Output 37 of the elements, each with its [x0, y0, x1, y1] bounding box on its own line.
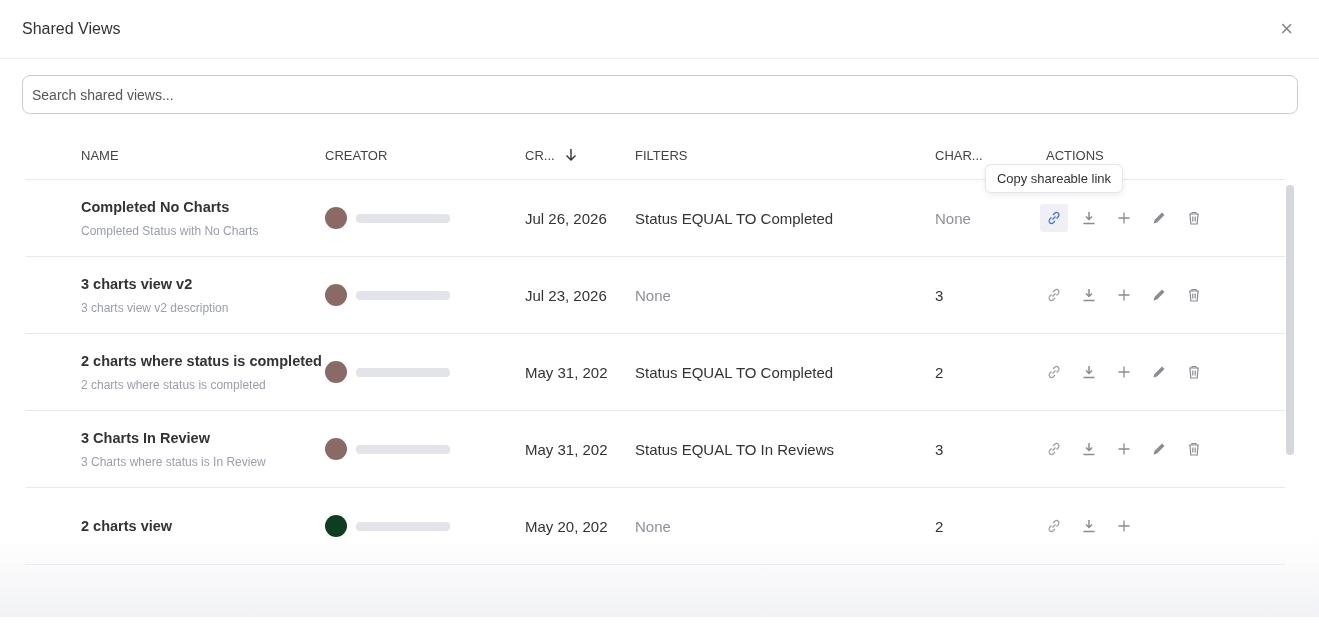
filters-cell: Status EQUAL TO Completed [635, 363, 834, 381]
view-description: 2 charts where status is completed [81, 377, 267, 392]
filters-cell: None [635, 286, 671, 304]
search-field[interactable]: Search shared views... [22, 75, 1298, 114]
tooltip: Copy shareable link [984, 164, 1124, 193]
date-cell: Jul 26, 2026 [525, 209, 607, 227]
sort-down-icon[interactable] [564, 148, 577, 162]
filters-cell: Status EQUAL TO In Reviews [635, 440, 834, 458]
view-description: Completed Status with No Charts [81, 223, 260, 238]
date-cell: Jul 23, 2026 [525, 286, 607, 304]
column-header[interactable]: CR... [525, 147, 577, 163]
view-name: 2 charts view [81, 518, 174, 534]
dialog-title: Shared Views [22, 20, 121, 38]
column-header[interactable]: NAME [81, 147, 119, 163]
view-name: 3 Charts In Review [81, 429, 211, 446]
column-header[interactable]: ACTIONS [1046, 147, 1104, 163]
column-header[interactable]: FILTERS [635, 147, 688, 163]
view-description: 3 charts view v2 description [81, 300, 230, 315]
charts-cell: 2 [935, 363, 944, 381]
charts-cell: 2 [935, 517, 944, 535]
filters-cell: Status EQUAL TO Completed [635, 209, 834, 227]
charts-cell: 3 [935, 440, 944, 458]
link-icon[interactable] [1040, 204, 1068, 232]
charts-cell: None [935, 209, 971, 227]
date-cell: May 20, 202 [525, 517, 608, 535]
charts-cell: 3 [935, 286, 944, 304]
scrollbar[interactable] [1286, 185, 1294, 455]
column-header[interactable]: CREATOR [325, 147, 388, 163]
column-header[interactable]: CHAR... [935, 147, 983, 163]
filters-cell: None [635, 517, 671, 535]
date-cell: May 31, 202 [525, 440, 608, 458]
close-button[interactable]: × [1276, 16, 1297, 42]
date-cell: May 31, 202 [525, 363, 608, 381]
view-name: Completed No Charts [81, 198, 231, 215]
view-name: 3 charts view v2 [81, 275, 194, 292]
view-description: 3 Charts where status is In Review [81, 454, 267, 469]
view-name: 2 charts where status is completed [81, 352, 323, 369]
